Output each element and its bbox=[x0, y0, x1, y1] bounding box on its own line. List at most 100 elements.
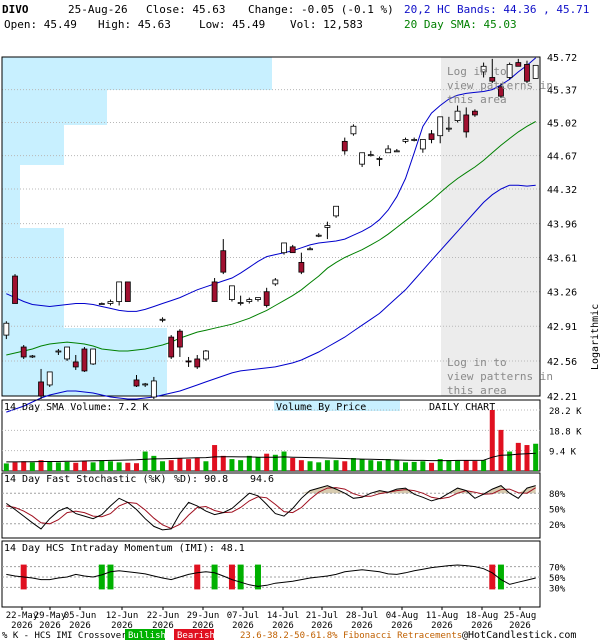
volume-bar-up bbox=[533, 443, 539, 471]
date-tick-label: 29-May bbox=[34, 611, 67, 621]
volume-bar-up bbox=[64, 461, 70, 471]
daily-chart-label: DAILY CHART bbox=[429, 402, 495, 413]
volume-bar-up bbox=[481, 460, 487, 471]
imi-bullish-bar bbox=[237, 564, 244, 590]
volume-tick-label: 9.4 K bbox=[549, 448, 577, 458]
price-tick-label: 42.91 bbox=[547, 322, 577, 333]
date-tick-label: 04-Aug bbox=[386, 611, 419, 621]
volume-bar-down bbox=[194, 458, 200, 471]
candle-up bbox=[307, 248, 313, 251]
candle-down bbox=[124, 281, 131, 302]
volume-bar-up bbox=[411, 461, 417, 471]
volume-bar-up bbox=[455, 460, 461, 471]
candle-down bbox=[515, 62, 522, 67]
candle-up bbox=[46, 371, 53, 386]
candle-up bbox=[3, 322, 10, 336]
candle-down bbox=[185, 360, 192, 363]
volume-bar-up bbox=[142, 451, 148, 471]
stochastic-tick-label: 20% bbox=[549, 521, 566, 531]
volume-bar-down bbox=[81, 461, 87, 471]
date-tick-year: 2026 bbox=[391, 621, 413, 631]
price-panel: 45.7245.3745.0244.6744.3243.9643.6143.26… bbox=[1, 53, 600, 413]
date-tick-label: 28-Jul bbox=[346, 611, 379, 621]
candle-down bbox=[81, 348, 88, 372]
pattern-login-note: view patterns in bbox=[447, 79, 553, 92]
volume-bar-down bbox=[125, 462, 131, 471]
volume-bar-down bbox=[463, 460, 469, 471]
volume-by-price-bar bbox=[2, 90, 107, 125]
volume-bar-down bbox=[489, 410, 495, 471]
volume-bar-up bbox=[316, 462, 322, 471]
volume-by-price-bar bbox=[2, 68, 272, 90]
imi-bullish-bar bbox=[107, 564, 114, 590]
volume-sma-line bbox=[6, 452, 536, 463]
candle-down bbox=[194, 358, 201, 368]
candle-up bbox=[142, 383, 149, 386]
candle-down bbox=[289, 246, 296, 254]
candle-up bbox=[333, 205, 339, 217]
date-tick-label: 25-Aug bbox=[504, 611, 537, 621]
candle-up bbox=[350, 125, 357, 135]
pattern-shade-area bbox=[441, 57, 540, 396]
price-tick-label: 43.61 bbox=[547, 254, 577, 265]
candle-up bbox=[107, 301, 114, 304]
volume-bar-down bbox=[73, 462, 79, 471]
price-tick-label: 43.96 bbox=[547, 220, 577, 231]
imi-bullish-bar bbox=[98, 564, 105, 590]
date-tick-year: 2026 bbox=[232, 621, 254, 631]
volume-bar-up bbox=[90, 462, 96, 471]
date-tick-year: 2026 bbox=[11, 621, 33, 631]
candle-up bbox=[98, 303, 105, 305]
stochastic-title: 14 Day Fast Stochastic (%K) bbox=[4, 474, 167, 485]
candle-up bbox=[90, 348, 97, 365]
volume-bar-up bbox=[324, 460, 330, 471]
candle-up bbox=[402, 139, 409, 142]
volume-bar-up bbox=[55, 462, 61, 471]
volume-bar-up bbox=[47, 461, 53, 471]
candle-down bbox=[220, 250, 227, 273]
stochastic-panel: 80% 50% 20% 14 Day Fast Stochastic (%K) %D):… bbox=[1, 472, 566, 539]
pattern-login-note: Log in to bbox=[447, 65, 507, 78]
candle-down bbox=[20, 346, 27, 358]
volume-bar-down bbox=[134, 463, 139, 471]
volume-bar-up bbox=[376, 461, 382, 471]
date-tick-label: 07-Jul bbox=[227, 611, 260, 621]
imi-tick-label: 30% bbox=[549, 584, 566, 594]
volume-bar-down bbox=[524, 445, 530, 471]
price-tick-label: 42.21 bbox=[547, 392, 577, 403]
volume-bar-up bbox=[420, 461, 426, 471]
volume-bar-down bbox=[220, 455, 226, 471]
candle-up bbox=[246, 299, 253, 302]
candle-up bbox=[229, 285, 235, 300]
stochastic-d-value: %D): 90.8 bbox=[174, 474, 228, 485]
volume-bar-down bbox=[498, 429, 504, 471]
candle-up bbox=[376, 158, 383, 160]
candle-down bbox=[12, 275, 18, 304]
candle-down bbox=[298, 261, 305, 273]
imi-tick-label: 70% bbox=[549, 564, 566, 574]
volume-bar-up bbox=[385, 459, 391, 471]
candle-up bbox=[64, 346, 70, 360]
price-tick-label: 45.72 bbox=[547, 53, 577, 64]
volume-bar-up bbox=[350, 458, 356, 471]
candle-down bbox=[176, 330, 183, 348]
price-tick-label: 43.26 bbox=[547, 288, 577, 299]
volume-bar-up bbox=[99, 460, 105, 471]
volume-by-price-bar bbox=[2, 195, 20, 228]
candle-up bbox=[150, 380, 157, 398]
volume-bar-down bbox=[429, 462, 435, 471]
volume-by-price-label: Volume By Price bbox=[276, 402, 366, 413]
date-tick-year: 2026 bbox=[69, 621, 91, 631]
candle-up bbox=[55, 350, 62, 353]
candle-up bbox=[506, 64, 513, 78]
candle-up bbox=[272, 279, 279, 285]
volume-bar-down bbox=[515, 442, 521, 471]
date-tick-year: 2026 bbox=[39, 621, 61, 631]
volume-bar-up bbox=[160, 461, 166, 471]
imi-bullish-bar bbox=[211, 564, 218, 590]
volume-by-price-bar bbox=[2, 125, 64, 165]
volume-bar-down bbox=[290, 458, 296, 471]
volume-bar-up bbox=[307, 461, 313, 471]
volume-bar-up bbox=[3, 463, 9, 471]
date-tick-year: 2026 bbox=[272, 621, 294, 631]
